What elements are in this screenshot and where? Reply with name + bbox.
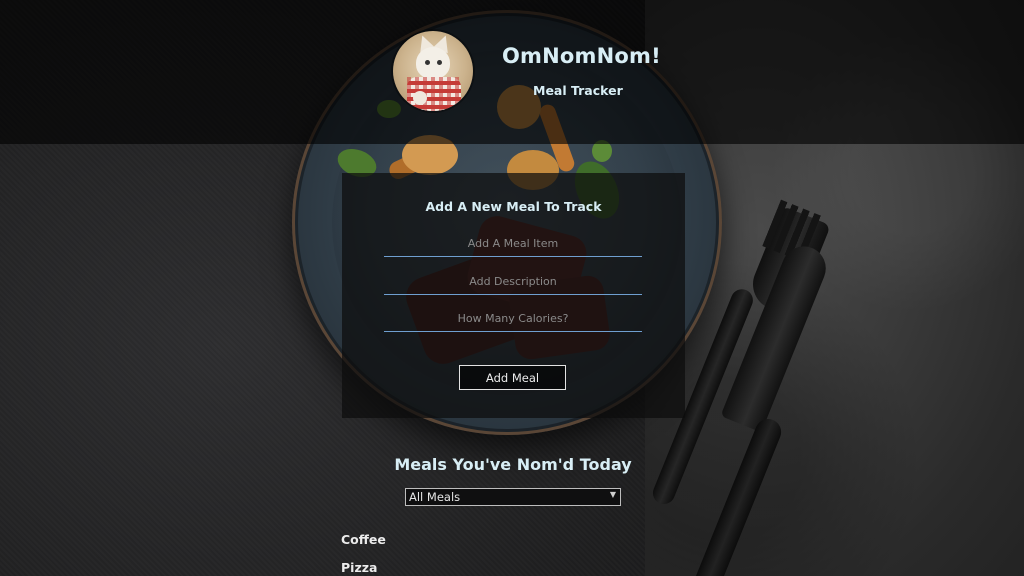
calories-input[interactable] bbox=[384, 305, 642, 332]
description-input[interactable] bbox=[384, 268, 642, 295]
meals-heading: Meals You've Nom'd Today bbox=[0, 455, 1024, 474]
meals-heading-text: Meals You've Nom'd Today bbox=[394, 455, 632, 474]
form-heading: Add A New Meal To Track bbox=[425, 199, 602, 214]
app-header: OmNomNom! Meal Tracker bbox=[0, 0, 1024, 144]
add-meal-button[interactable]: Add Meal bbox=[459, 365, 566, 390]
chevron-down-icon: ▼ bbox=[609, 490, 616, 499]
meal-item-input[interactable] bbox=[384, 230, 642, 257]
meal-list-item[interactable]: Coffee bbox=[341, 532, 386, 547]
meal-list-item[interactable]: Pizza bbox=[341, 560, 377, 575]
cat-avatar-icon bbox=[393, 31, 473, 111]
app-subtitle: Meal Tracker bbox=[533, 83, 623, 98]
meal-filter-selected: All Meals bbox=[409, 490, 461, 504]
app-title: OmNomNom! bbox=[502, 44, 661, 68]
add-meal-form: Add A New Meal To Track Add Meal bbox=[342, 173, 685, 418]
meal-filter-select[interactable]: All Meals ▼ bbox=[405, 488, 621, 506]
